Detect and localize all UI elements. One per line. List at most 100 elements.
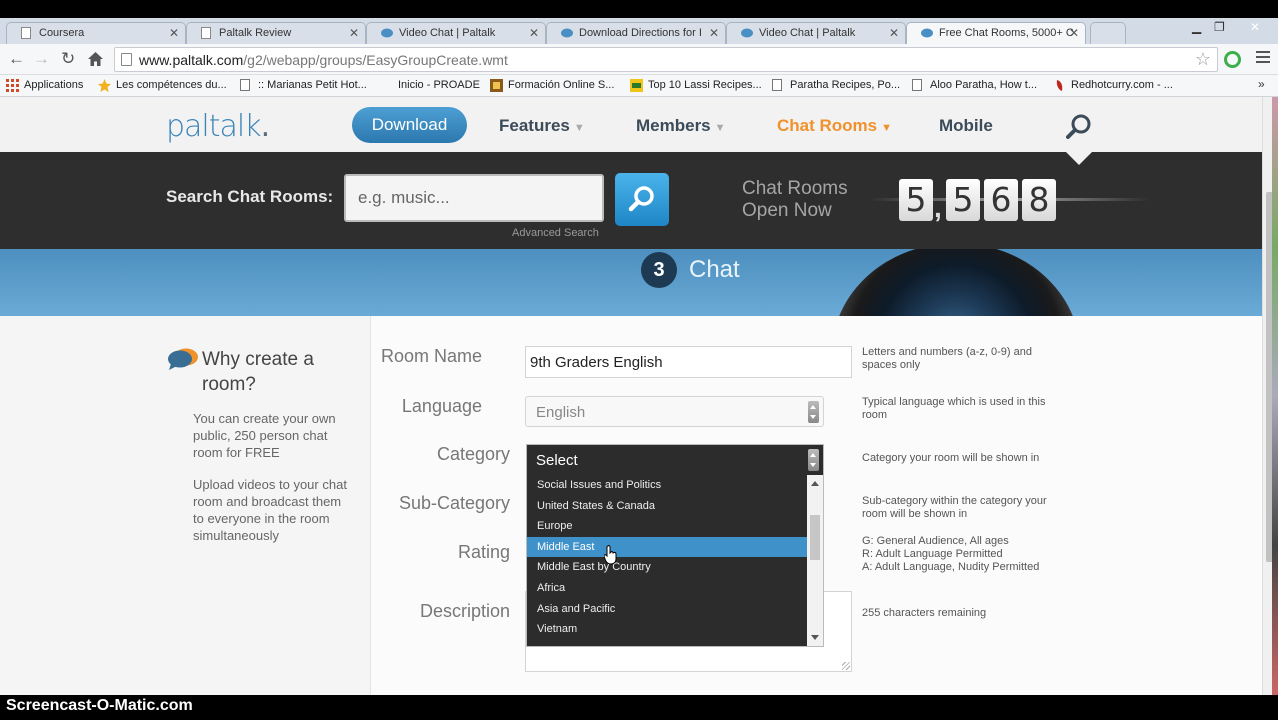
star-icon <box>98 79 111 92</box>
bookmark-item[interactable]: Paratha Recipes, Po... <box>772 79 900 91</box>
search-button[interactable] <box>615 173 669 226</box>
step-label: Chat <box>689 256 740 283</box>
category-options-list: Social Issues and Politics United States… <box>527 475 807 646</box>
tab-coursera[interactable]: Coursera ✕ <box>6 22 186 44</box>
category-option[interactable]: Vietnam <box>527 619 807 640</box>
nav-members[interactable]: Members ▼ <box>636 116 726 136</box>
address-bar[interactable]: www.paltalk.com/g2/webapp/groups/EasyGro… <box>114 47 1218 72</box>
close-window-icon[interactable]: ✕ <box>1250 20 1260 34</box>
nav-pointer <box>1066 152 1092 165</box>
forward-icon[interactable]: → <box>33 49 50 69</box>
bookmark-label: Inicio - PROADE <box>398 79 480 91</box>
nav-label: Members <box>636 116 711 135</box>
logo-text: paltalk <box>166 109 262 144</box>
why-create-paragraph: Upload videos to your chat room and broa… <box>193 477 347 543</box>
chevron-down-icon: ▼ <box>881 122 893 134</box>
star-icon[interactable]: ☆ <box>1195 49 1211 70</box>
category-option-highlighted[interactable]: Middle East <box>527 536 807 558</box>
language-select[interactable]: English <box>525 396 824 427</box>
rating-label: Rating <box>457 542 510 562</box>
advanced-search-link[interactable]: Advanced Search <box>512 227 599 239</box>
search-input[interactable] <box>344 174 604 222</box>
close-icon[interactable]: ✕ <box>889 26 899 40</box>
tab-video-chat-2[interactable]: Video Chat | Paltalk ✕ <box>726 22 906 44</box>
language-label: Language <box>401 396 482 416</box>
download-label: Download <box>371 115 448 134</box>
back-icon[interactable]: ← <box>8 49 25 69</box>
scroll-up-icon[interactable] <box>811 481 819 486</box>
category-option[interactable]: Europe <box>527 516 807 537</box>
url-host: www.paltalk.com <box>139 52 244 68</box>
nav-label: Mobile <box>939 116 993 135</box>
step-banner: 3 Chat <box>0 249 1262 316</box>
page-icon <box>772 79 782 91</box>
close-icon[interactable]: ✕ <box>1069 26 1079 40</box>
menu-icon[interactable] <box>1256 51 1270 66</box>
page-icon <box>912 79 922 91</box>
close-icon[interactable]: ✕ <box>169 26 179 40</box>
counter-digit: 5 <box>946 179 980 221</box>
search-icon[interactable] <box>1066 114 1092 140</box>
nav-mobile[interactable]: Mobile <box>939 116 993 136</box>
category-select-header[interactable]: Select <box>527 445 823 475</box>
category-option[interactable]: Asia and Pacific <box>527 599 807 620</box>
bookmark-item[interactable]: Formación Online S... <box>490 79 614 92</box>
category-option[interactable]: Middle East by Country <box>527 557 807 578</box>
minimize-icon[interactable]: ▁ <box>1192 20 1201 34</box>
select-arrows-icon <box>808 449 819 471</box>
hand-cursor-icon <box>604 545 617 565</box>
category-dropdown[interactable]: Select Social Issues and Politics United… <box>526 444 824 647</box>
dropdown-scrollbar[interactable] <box>807 475 823 646</box>
resize-grip-icon[interactable] <box>842 662 850 670</box>
tab-free-chat-rooms[interactable]: Free Chat Rooms, 5000+ C ✕ <box>906 22 1086 44</box>
close-icon[interactable]: ✕ <box>349 26 359 40</box>
bookmark-item[interactable]: :: Marianas Petit Hot... <box>240 79 367 91</box>
tab-bar: Coursera ✕ Paltalk Review ✕ Video Chat |… <box>0 0 1278 44</box>
select-arrows-icon <box>808 401 819 423</box>
restore-icon[interactable]: ❐ <box>1214 20 1225 34</box>
rooms-open-label: Chat Rooms Open Now <box>742 178 848 221</box>
bookmark-item[interactable]: Redhotcurry.com - ... <box>1053 79 1173 91</box>
tab-video-chat[interactable]: Video Chat | Paltalk ✕ <box>366 22 546 44</box>
bookmark-item[interactable]: Aloo Paratha, How t... <box>912 79 1037 91</box>
home-icon[interactable] <box>88 52 103 66</box>
bookmark-item[interactable]: Top 10 Lassi Recipes... <box>630 79 762 92</box>
category-selected-value: Select <box>536 452 578 469</box>
room-name-input[interactable] <box>525 346 852 378</box>
bookmark-item[interactable]: Les compétences du... <box>98 79 227 92</box>
tab-download-directions[interactable]: Download Directions for I ✕ <box>546 22 726 44</box>
download-button[interactable]: Download <box>352 107 467 143</box>
category-option[interactable]: Social Issues and Politics <box>527 475 807 496</box>
room-name-label: Room Name <box>380 346 482 366</box>
why-create-paragraph: You can create your own public, 250 pers… <box>193 411 336 460</box>
nav-features[interactable]: Features ▼ <box>499 116 585 136</box>
why-create-title: Why create a room? <box>202 349 314 395</box>
nav-chat-rooms[interactable]: Chat Rooms ▼ <box>777 116 892 136</box>
url-text: www.paltalk.com/g2/webapp/groups/EasyGro… <box>139 52 508 68</box>
category-label: Category <box>436 444 510 464</box>
dropdown-scroll-thumb[interactable] <box>810 515 820 560</box>
background-window-edge <box>1272 97 1278 695</box>
bookmark-item[interactable]: Applications <box>6 79 83 92</box>
close-icon[interactable]: ✕ <box>709 26 719 40</box>
extension-icon[interactable] <box>1224 51 1241 68</box>
url-path: /g2/webapp/groups/EasyGroupCreate.wmt <box>243 52 508 68</box>
category-hint: Category your room will be shown in <box>862 452 1040 464</box>
tab-label: Coursera <box>39 27 85 39</box>
tab-paltalk-review[interactable]: Paltalk Review ✕ <box>186 22 366 44</box>
bookmark-item[interactable]: Inicio - PROADE <box>380 79 480 91</box>
category-option[interactable]: United States & Canada <box>527 496 807 517</box>
reload-icon[interactable]: ↻ <box>61 49 75 69</box>
browser-toolbar: ← → ↻ www.paltalk.com/g2/webapp/groups/E… <box>0 44 1278 75</box>
paltalk-logo[interactable]: paltalk. <box>166 109 270 144</box>
im-icon <box>630 79 643 92</box>
paltalk-icon <box>561 28 573 38</box>
category-option[interactable]: Africa <box>527 578 807 599</box>
bookmarks-overflow-icon[interactable]: » <box>1258 77 1265 91</box>
logo-icon <box>490 79 503 92</box>
scroll-down-icon[interactable] <box>811 635 819 640</box>
new-tab-button[interactable] <box>1090 22 1126 44</box>
close-icon[interactable]: ✕ <box>529 26 539 40</box>
page-icon <box>121 53 132 66</box>
chili-icon <box>1056 80 1063 91</box>
